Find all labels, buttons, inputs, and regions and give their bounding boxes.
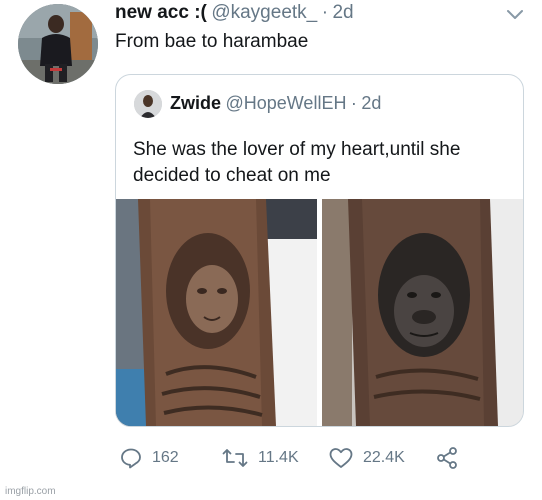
media-photo-right[interactable] xyxy=(322,199,523,426)
tweet-header: new acc :( @kaygeetk_ · 2d xyxy=(115,2,354,26)
like-icon xyxy=(328,446,354,470)
share-icon xyxy=(435,446,459,470)
watermark: imgflip.com xyxy=(5,486,56,497)
quoted-tweet-text: She was the lover of my heart,until she … xyxy=(133,139,461,186)
retweet-button[interactable]: 11.4K xyxy=(221,440,299,476)
tweet-actions: 162 11.4K 22.4K xyxy=(115,440,535,476)
avatar[interactable] xyxy=(18,4,98,84)
chevron-down-icon[interactable] xyxy=(506,8,524,20)
like-count: 22.4K xyxy=(363,449,405,466)
tattoo-gorilla-image xyxy=(322,199,523,426)
user-handle[interactable]: @kaygeetk_ xyxy=(211,2,317,23)
quoted-display-name[interactable]: Zwide xyxy=(170,93,221,113)
quoted-avatar-photo xyxy=(134,90,162,118)
separator-dot: · xyxy=(321,2,329,23)
quoted-user-handle[interactable]: @HopeWellEH xyxy=(225,93,346,113)
reply-count: 162 xyxy=(152,449,179,466)
reply-icon xyxy=(119,446,143,470)
retweet-count: 11.4K xyxy=(258,449,299,466)
media-grid xyxy=(116,199,523,426)
quoted-timestamp[interactable]: 2d xyxy=(361,93,381,113)
like-button[interactable]: 22.4K xyxy=(328,440,405,476)
media-photo-left[interactable] xyxy=(116,199,317,426)
tweet-text: From bae to harambae xyxy=(115,31,309,52)
reply-button[interactable]: 162 xyxy=(119,440,179,476)
tattoo-portrait-image xyxy=(116,199,317,426)
quoted-avatar[interactable] xyxy=(134,90,162,118)
quoted-separator-dot: · xyxy=(350,93,357,113)
quoted-tweet-card[interactable]: Zwide @HopeWellEH · 2d She was the lover… xyxy=(115,74,524,427)
avatar-photo xyxy=(18,4,98,84)
retweet-icon xyxy=(221,446,249,470)
timestamp[interactable]: 2d xyxy=(332,2,353,23)
share-button[interactable] xyxy=(435,440,459,476)
quoted-tweet-header: Zwide @HopeWellEH · 2d xyxy=(170,93,381,114)
display-name[interactable]: new acc :( xyxy=(115,2,207,23)
